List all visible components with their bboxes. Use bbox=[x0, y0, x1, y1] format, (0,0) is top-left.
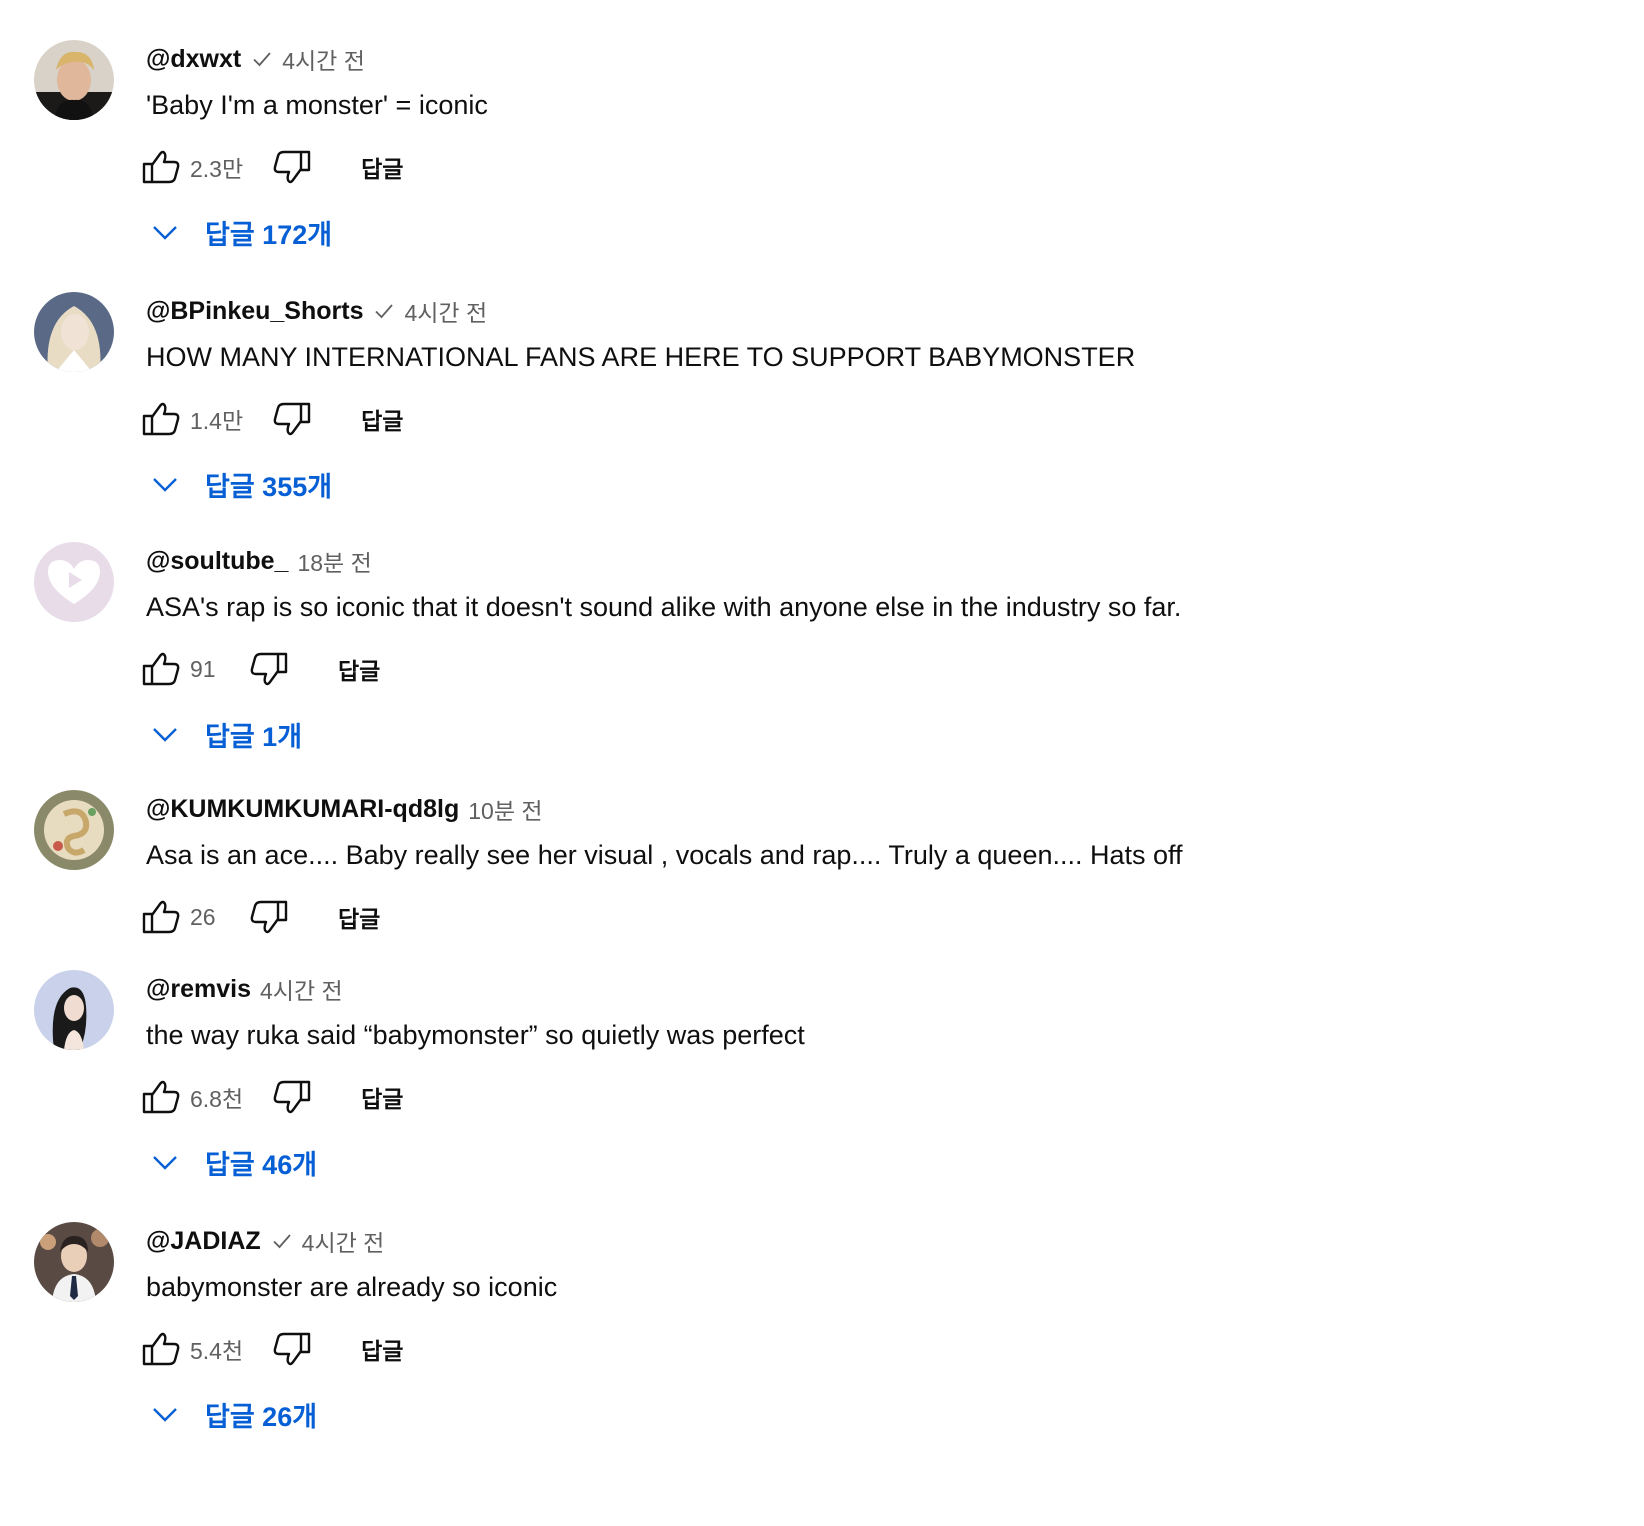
comment-timestamp[interactable]: 4시간 전 bbox=[302, 1224, 385, 1258]
comment-thread: @soultube_ 18분 전 ASA's rap is so iconic … bbox=[0, 502, 1644, 752]
comment-text: the way ruka said “babymonster” so quiet… bbox=[146, 1020, 805, 1050]
view-replies-button[interactable]: 답글 172개 bbox=[150, 212, 332, 252]
dislike-button[interactable] bbox=[269, 1075, 313, 1119]
avatar-photo-icon bbox=[34, 790, 114, 870]
comment-header: @dxwxt 4시간 전 bbox=[146, 42, 365, 76]
view-replies-button[interactable]: 답글 26개 bbox=[150, 1394, 317, 1434]
dislike-button[interactable] bbox=[269, 397, 313, 441]
comment-timestamp[interactable]: 4시간 전 bbox=[282, 42, 365, 76]
author-name[interactable]: @remvis bbox=[146, 975, 251, 1004]
comment-header: @BPinkeu_Shorts 4시간 전 bbox=[146, 294, 487, 328]
comment-timestamp[interactable]: 4시간 전 bbox=[260, 972, 343, 1006]
like-count: 2.3만 bbox=[190, 156, 244, 182]
chevron-down-icon bbox=[150, 719, 180, 749]
view-replies-button[interactable]: 답글 1개 bbox=[150, 714, 302, 754]
comment-text: HOW MANY INTERNATIONAL FANS ARE HERE TO … bbox=[146, 342, 1136, 372]
comment-header: @remvis 4시간 전 bbox=[146, 972, 343, 1006]
thumbs-up-icon bbox=[142, 150, 180, 184]
like-button[interactable] bbox=[140, 397, 184, 441]
comment-thread: @dxwxt 4시간 전 'Baby I'm a monster' = icon… bbox=[0, 0, 1644, 252]
like-button[interactable] bbox=[140, 1327, 184, 1371]
verified-check-icon bbox=[251, 48, 273, 70]
verified-check-icon bbox=[373, 300, 395, 322]
dislike-button[interactable] bbox=[269, 1327, 313, 1371]
comment-header: @JADIAZ 4시간 전 bbox=[146, 1224, 384, 1258]
thumbs-down-icon bbox=[273, 1080, 311, 1114]
thumbs-down-icon bbox=[273, 402, 311, 436]
author-avatar[interactable] bbox=[34, 542, 114, 622]
author-name[interactable]: @dxwxt bbox=[146, 45, 241, 74]
author-avatar[interactable] bbox=[34, 970, 114, 1050]
comment-toolbar: 6.8천 답글 bbox=[140, 1074, 403, 1120]
chevron-down-icon bbox=[150, 469, 180, 499]
like-button[interactable] bbox=[140, 1075, 184, 1119]
author-name[interactable]: @KUMKUMKUMARI-qd8lg bbox=[146, 795, 459, 824]
comment-header: @KUMKUMKUMARI-qd8lg 10분 전 bbox=[146, 792, 543, 826]
comment-timestamp[interactable]: 18분 전 bbox=[297, 544, 371, 578]
author-name[interactable]: @BPinkeu_Shorts bbox=[146, 297, 363, 326]
like-count: 91 bbox=[190, 655, 216, 682]
reply-button[interactable]: 답글 bbox=[361, 150, 403, 184]
thumbs-down-icon bbox=[273, 150, 311, 184]
comments-section: @dxwxt 4시간 전 'Baby I'm a monster' = icon… bbox=[0, 0, 1644, 1526]
reply-button[interactable]: 답글 bbox=[361, 1080, 403, 1114]
comment-toolbar: 1.4만 답글 bbox=[140, 396, 403, 442]
verified-check-icon bbox=[271, 1230, 293, 1252]
comment-text: 'Baby I'm a monster' = iconic bbox=[146, 90, 488, 120]
reply-button[interactable]: 답글 bbox=[338, 652, 380, 686]
view-replies-button[interactable]: 답글 355개 bbox=[150, 464, 332, 504]
comment-toolbar: 5.4천 답글 bbox=[140, 1326, 403, 1372]
like-count: 26 bbox=[190, 903, 216, 930]
author-name[interactable]: @JADIAZ bbox=[146, 1227, 261, 1256]
comment-thread: @JADIAZ 4시간 전 babymonster are already so… bbox=[0, 1182, 1644, 1434]
comment-text: ASA's rap is so iconic that it doesn't s… bbox=[146, 592, 1182, 622]
avatar-photo-icon bbox=[34, 292, 114, 372]
chevron-down-icon bbox=[150, 1147, 180, 1177]
like-button[interactable] bbox=[140, 647, 184, 691]
reply-button[interactable]: 답글 bbox=[361, 402, 403, 436]
like-count: 6.8천 bbox=[190, 1086, 244, 1112]
comment-timestamp[interactable]: 10분 전 bbox=[468, 792, 542, 826]
author-avatar[interactable] bbox=[34, 40, 114, 120]
avatar-photo-icon bbox=[34, 970, 114, 1050]
comment-toolbar: 91 답글 bbox=[140, 646, 380, 692]
replies-count-label: 답글 46개 bbox=[205, 1149, 318, 1180]
thumbs-up-icon bbox=[142, 402, 180, 436]
avatar-photo-icon bbox=[34, 40, 114, 120]
comment-thread: @BPinkeu_Shorts 4시간 전 HOW MANY INTERNATI… bbox=[0, 252, 1644, 504]
chevron-down-icon bbox=[150, 217, 180, 247]
author-avatar[interactable] bbox=[34, 790, 114, 870]
heart-play-icon bbox=[34, 542, 114, 622]
view-replies-button[interactable]: 답글 46개 bbox=[150, 1142, 317, 1182]
thumbs-up-icon bbox=[142, 1080, 180, 1114]
replies-count-label: 답글 26개 bbox=[205, 1401, 318, 1432]
author-avatar[interactable] bbox=[34, 292, 114, 372]
dislike-button[interactable] bbox=[246, 647, 290, 691]
like-count: 1.4만 bbox=[190, 408, 244, 434]
chevron-down-icon bbox=[150, 1399, 180, 1429]
comment-thread: @remvis 4시간 전 the way ruka said “babymon… bbox=[0, 930, 1644, 1182]
replies-count-label: 답글 172개 bbox=[205, 219, 333, 250]
comment-timestamp[interactable]: 4시간 전 bbox=[404, 294, 487, 328]
reply-button[interactable]: 답글 bbox=[338, 900, 380, 934]
comment-text: Asa is an ace.... Baby really see her vi… bbox=[146, 840, 1183, 870]
comment-header: @soultube_ 18분 전 bbox=[146, 544, 372, 578]
comment-thread: @KUMKUMKUMARI-qd8lg 10분 전 Asa is an ace.… bbox=[0, 750, 1644, 934]
avatar-photo-icon bbox=[34, 1222, 114, 1302]
like-count: 5.4천 bbox=[190, 1338, 244, 1364]
replies-count-label: 답글 1개 bbox=[205, 721, 303, 752]
author-name[interactable]: @soultube_ bbox=[146, 547, 288, 576]
replies-count-label: 답글 355개 bbox=[205, 471, 333, 502]
dislike-button[interactable] bbox=[269, 145, 313, 189]
thumbs-down-icon bbox=[273, 1332, 311, 1366]
like-button[interactable] bbox=[140, 145, 184, 189]
thumbs-up-icon bbox=[142, 1332, 180, 1366]
thumbs-up-icon bbox=[142, 652, 180, 686]
thumbs-down-icon bbox=[250, 652, 288, 686]
comment-text: babymonster are already so iconic bbox=[146, 1272, 558, 1302]
comment-toolbar: 2.3만 답글 bbox=[140, 144, 403, 190]
author-avatar[interactable] bbox=[34, 1222, 114, 1302]
reply-button[interactable]: 답글 bbox=[361, 1332, 403, 1366]
